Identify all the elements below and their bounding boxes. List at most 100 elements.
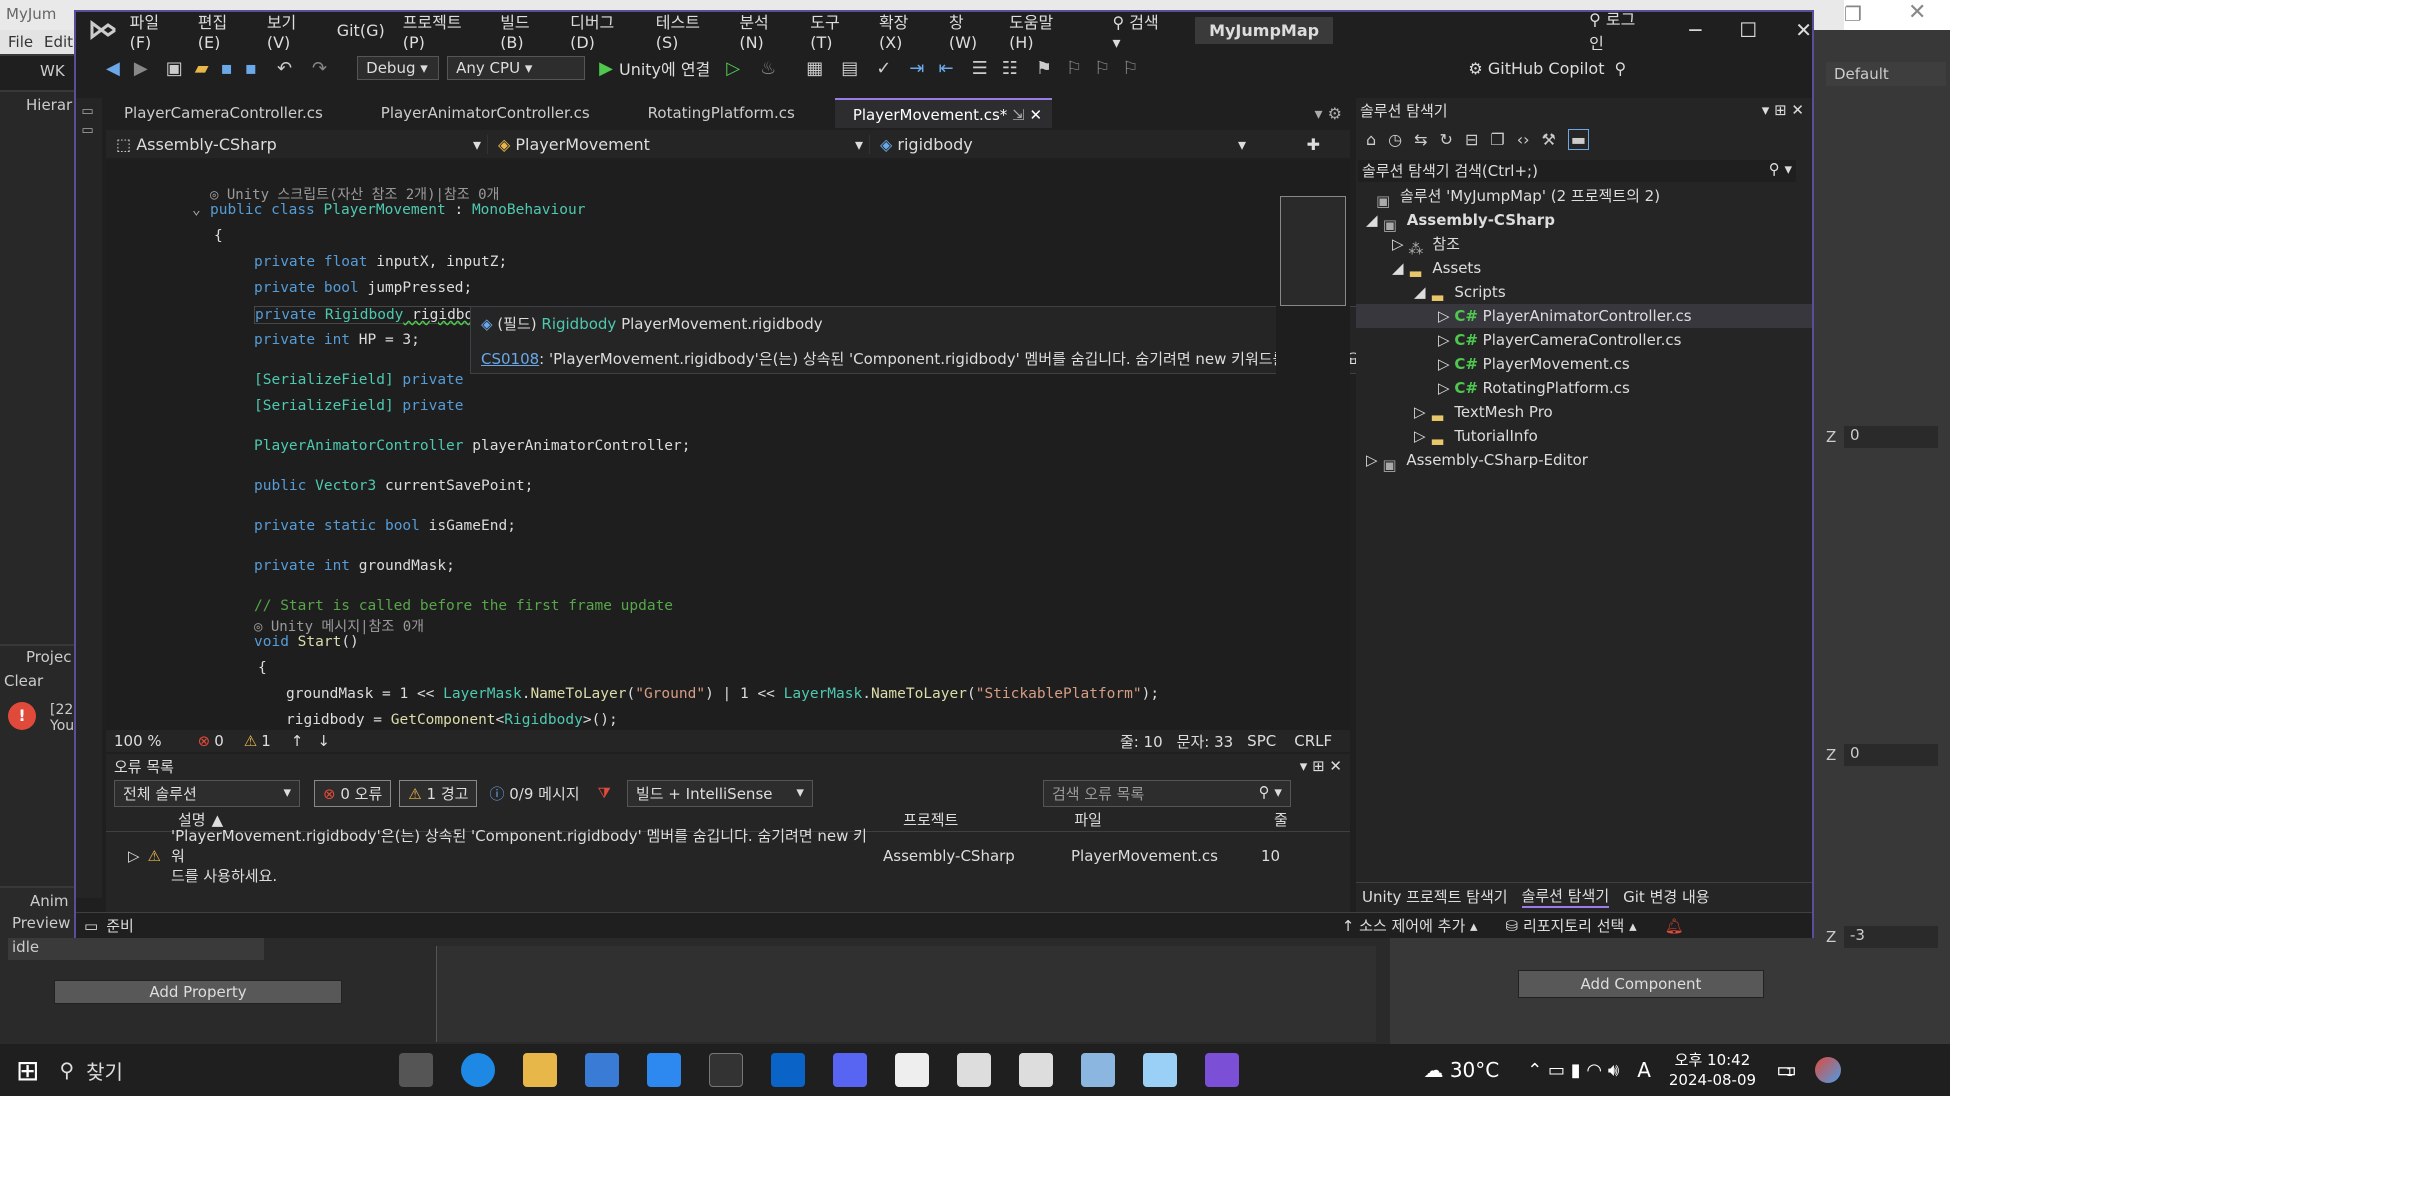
menu-item-1[interactable]: 편집(E) xyxy=(198,9,249,52)
copilot-taskbar-icon[interactable] xyxy=(1814,1057,1841,1083)
paint-icon[interactable] xyxy=(1081,1053,1116,1087)
se-preview-icon[interactable]: ▬ xyxy=(1567,128,1589,150)
ime-indicator[interactable]: A xyxy=(1637,1058,1651,1082)
diagnostic-link[interactable]: CS0108 xyxy=(481,350,539,368)
minimap-viewport[interactable] xyxy=(1280,196,1346,306)
warnings-filter[interactable]: ⚠ 1 경고 xyxy=(399,779,478,807)
wikipedia-icon[interactable] xyxy=(895,1053,930,1087)
unity-hierarchy-tab[interactable]: Hierar xyxy=(26,96,72,114)
edge-icon[interactable] xyxy=(461,1053,496,1087)
unity-menu-file[interactable]: File xyxy=(8,33,33,51)
menu-item-4[interactable]: 프로젝트(P) xyxy=(403,9,482,52)
codelens-start[interactable]: ◎ Unity 메시지|참조 0개 xyxy=(254,616,424,636)
se-textmeshpro[interactable]: ▷ ▬ TextMesh Pro xyxy=(1414,400,1553,426)
error-row[interactable]: ▷ ⚠ 'PlayerMovement.rigidbody'은(는) 상속된 '… xyxy=(106,827,1350,885)
unity-project-tab[interactable]: Projec xyxy=(26,648,71,666)
menu-item-10[interactable]: 확장(X) xyxy=(879,9,931,52)
prev-issue-icon[interactable]: ↑ xyxy=(291,732,304,750)
se-solution-node[interactable]: ▣ 솔루션 'MyJumpMap' (2 프로젝트의 2) xyxy=(1376,184,1660,210)
error-search-input[interactable]: 검색 오류 목록 ⚲ ▾ xyxy=(1042,779,1291,807)
bookmark-icon[interactable]: ⚑ xyxy=(1036,58,1052,79)
config-select[interactable]: Debug ▾ xyxy=(357,56,440,80)
tab-camera-controller[interactable]: PlayerCameraController.cs xyxy=(106,98,341,128)
tab-animator-controller[interactable]: PlayerAnimatorController.cs xyxy=(363,98,608,128)
unity-icon[interactable] xyxy=(1019,1053,1054,1087)
toolbar-icon-d[interactable]: ⇤ xyxy=(938,58,953,79)
x-app-icon[interactable] xyxy=(709,1053,744,1087)
tab-close-icon[interactable]: ✕ xyxy=(1029,106,1042,124)
bookmark-clear-icon[interactable]: ⚐ xyxy=(1122,58,1138,79)
se-wrench-icon[interactable]: ⚒ xyxy=(1541,130,1555,149)
save-icon[interactable]: ▪ xyxy=(221,58,233,79)
minimize-icon[interactable]: ─ xyxy=(1689,18,1701,42)
vs-close-icon[interactable]: ✕ xyxy=(1795,18,1812,42)
next-issue-icon[interactable]: ↓ xyxy=(317,732,330,750)
menu-item-6[interactable]: 디버그(D) xyxy=(570,9,638,52)
toolbar-icon-a[interactable]: ▦ xyxy=(806,58,823,79)
vs-search-button[interactable]: ⚲ 검색 ▾ xyxy=(1112,9,1171,52)
undo-icon[interactable]: ↶ xyxy=(277,58,292,79)
toolbar-icon-b[interactable]: ▤ xyxy=(841,58,858,79)
se-file-movement[interactable]: ▷ C# PlayerMovement.cs xyxy=(1438,352,1630,376)
notes-icon[interactable] xyxy=(1143,1053,1178,1087)
unity-z2-field[interactable]: 0 xyxy=(1844,744,1938,766)
unity-z3-field[interactable]: -3 xyxy=(1844,926,1938,948)
unity-z1-field[interactable]: 0 xyxy=(1844,426,1938,448)
mail-icon[interactable] xyxy=(647,1053,682,1087)
redo-icon[interactable]: ↷ xyxy=(312,58,327,79)
se-assembly-editor[interactable]: ▷ ▣ Assembly-CSharp-Editor xyxy=(1366,448,1588,474)
menu-item-2[interactable]: 보기(V) xyxy=(267,9,319,52)
start-without-debug-icon[interactable]: ▷ xyxy=(726,58,740,79)
code-editor[interactable]: ◎ Unity 스크립트(자산 참조 2개)|참조 0개 ⌄ public cl… xyxy=(106,160,1442,730)
play-icon[interactable]: ▶ xyxy=(599,58,613,79)
col-project[interactable]: 프로젝트 xyxy=(903,809,958,830)
error-count[interactable]: 0 xyxy=(214,732,224,750)
se-switch-icon[interactable]: ⇆ xyxy=(1414,130,1427,149)
se-file-rotating[interactable]: ▷ C# RotatingPlatform.cs xyxy=(1438,376,1630,400)
file-explorer-icon[interactable] xyxy=(523,1053,558,1087)
se-references[interactable]: ▷ ⁂ 참조 xyxy=(1392,232,1460,258)
add-component-button[interactable]: Add Component xyxy=(1518,970,1764,998)
task-view-icon[interactable] xyxy=(399,1053,434,1087)
se-file-animator[interactable]: ▷ C# PlayerAnimatorController.cs xyxy=(1356,304,1812,328)
nav-class-select[interactable]: ◈ PlayerMovement ▾ xyxy=(488,134,870,154)
open-icon[interactable]: ▰ xyxy=(195,58,209,79)
fold-icon[interactable]: ⌄ xyxy=(192,202,201,218)
tab-rotating-platform[interactable]: RotatingPlatform.cs xyxy=(630,98,813,128)
menu-item-12[interactable]: 도움말(H) xyxy=(1009,9,1076,52)
menu-item-8[interactable]: 분석(N) xyxy=(739,9,792,52)
se-assets[interactable]: ◢ ▬ Assets xyxy=(1392,256,1481,282)
unity-animation-tab[interactable]: Anim xyxy=(30,892,69,910)
split-icon[interactable]: ✚ xyxy=(1307,135,1320,154)
se-collapse-icon[interactable]: ⊟ xyxy=(1465,130,1478,149)
codelens-class[interactable]: ◎ Unity 스크립트(자산 참조 2개)|참조 0개 xyxy=(210,184,499,204)
copilot-button[interactable]: ⚙ GitHub Copilot xyxy=(1468,59,1604,78)
minimap[interactable] xyxy=(1276,160,1350,730)
tab-unity-explorer[interactable]: Unity 프로젝트 탐색기 xyxy=(1362,886,1508,907)
se-sync-icon[interactable]: ◷ xyxy=(1388,130,1402,149)
unity-clear-button[interactable]: Clear xyxy=(4,672,43,690)
unity-preview-button[interactable]: Preview xyxy=(12,914,70,932)
se-assembly-csharp[interactable]: ◢ ▣ Assembly-CSharp xyxy=(1366,208,1555,234)
tray-icons[interactable]: ⌃ ▭ ▮ ◠ 🔊︎ xyxy=(1527,1060,1619,1081)
taskbar-search[interactable]: ⚲ 찾기 xyxy=(59,1050,319,1090)
nav-project-select[interactable]: ⬚ Assembly-CSharp ▾ xyxy=(106,134,488,154)
pin-icon[interactable]: ⇲ xyxy=(1012,106,1025,124)
unity-hub-icon[interactable] xyxy=(957,1053,992,1087)
spellcheck-icon[interactable]: ✓ xyxy=(876,58,891,79)
filter-icon[interactable]: ⧩ xyxy=(598,784,611,802)
unity-timeline[interactable] xyxy=(436,946,1376,1042)
se-home-icon[interactable]: ⌂ xyxy=(1366,130,1376,149)
bookmark-next-icon[interactable]: ⚐ xyxy=(1094,58,1110,79)
se-tutorialinfo[interactable]: ▷ ▬ TutorialInfo xyxy=(1414,424,1538,450)
se-search-input[interactable]: 솔루션 탐색기 검색(Ctrl+;) ⚲ ▾ xyxy=(1358,160,1796,182)
store-icon[interactable] xyxy=(585,1053,620,1087)
scope-select[interactable]: 전체 솔루션 ▾ xyxy=(114,779,300,807)
expand-icon[interactable]: ▷ xyxy=(128,847,140,865)
se-scripts[interactable]: ◢ ▬ Scripts xyxy=(1414,280,1506,306)
hot-reload-icon[interactable]: ♨ xyxy=(760,58,776,79)
nav-member-select[interactable]: ◈ rigidbody ▾ xyxy=(870,135,1252,154)
menu-item-5[interactable]: 빌드(B) xyxy=(500,9,552,52)
start-icon[interactable]: ⊞ xyxy=(16,1054,39,1087)
menu-item-7[interactable]: 테스트(S) xyxy=(656,9,722,52)
